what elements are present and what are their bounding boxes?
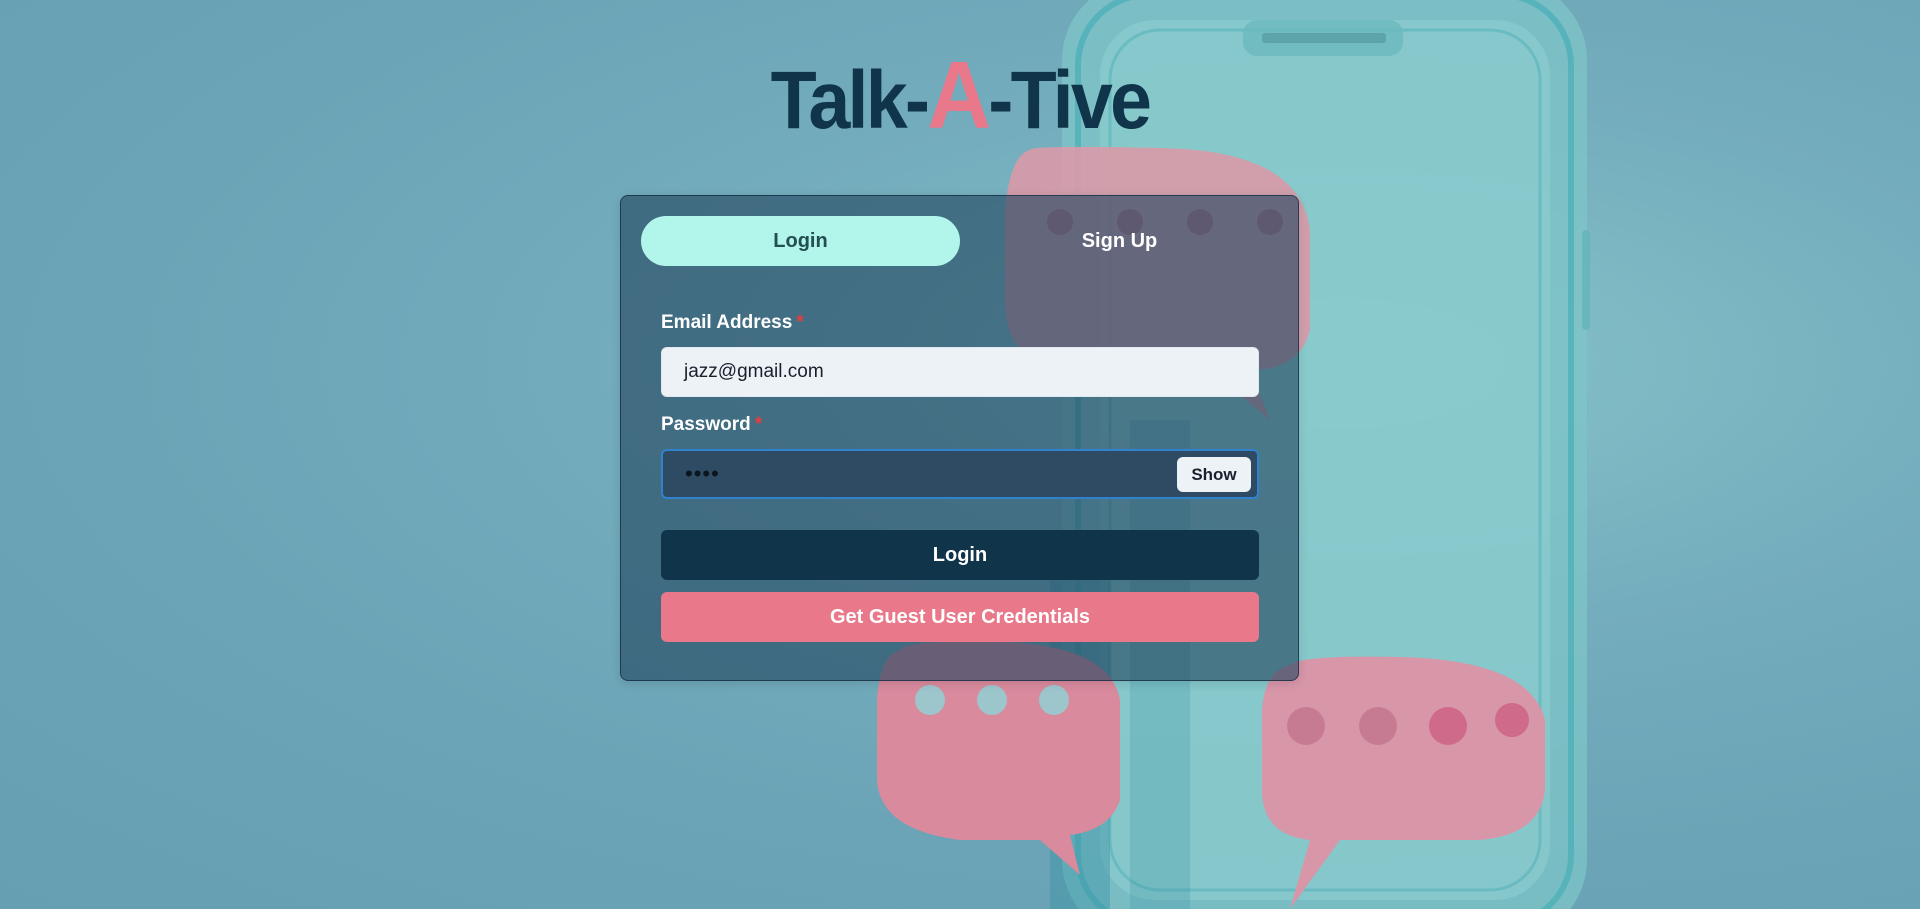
- password-label-text: Password: [661, 414, 751, 435]
- required-mark: *: [754, 414, 763, 435]
- tab-sign-up[interactable]: Sign Up: [960, 216, 1279, 266]
- logo-accent: A: [927, 42, 991, 149]
- show-password-button[interactable]: Show: [1177, 457, 1251, 492]
- guest-credentials-button[interactable]: Get Guest User Credentials: [661, 592, 1259, 642]
- email-label: Email Address *: [661, 312, 804, 334]
- login-button[interactable]: Login: [661, 530, 1259, 580]
- logo-prefix: Talk-: [770, 55, 930, 146]
- email-value: jazz@gmail.com: [684, 361, 824, 382]
- password-value: ••••: [685, 461, 720, 486]
- auth-card: Login Sign Up Email Address * jazz@gmail.…: [620, 195, 1299, 681]
- logo-suffix: -Tive: [988, 55, 1152, 146]
- app-logo: Talk-A-Tive: [77, 48, 1843, 144]
- password-label: Password *: [661, 414, 762, 436]
- email-input[interactable]: jazz@gmail.com: [661, 347, 1259, 397]
- required-mark: *: [796, 312, 804, 333]
- auth-tabs: Login Sign Up: [641, 216, 1279, 266]
- password-input[interactable]: •••• Show: [661, 449, 1259, 499]
- email-label-text: Email Address: [661, 312, 793, 333]
- tab-login[interactable]: Login: [641, 216, 960, 266]
